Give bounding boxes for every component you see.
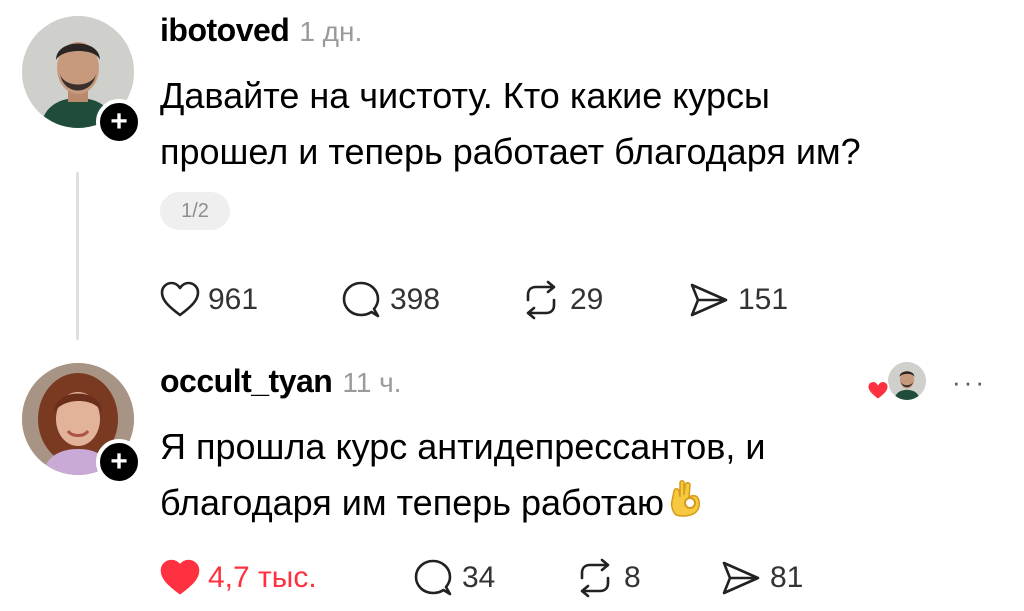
share-button[interactable]: 81 xyxy=(720,554,803,602)
follow-button[interactable]: + xyxy=(96,99,142,145)
media-counter: 1/2 xyxy=(160,192,230,230)
post-text: Я прошла курс антидепрессантов, и благод… xyxy=(160,419,960,533)
comment-button[interactable]: 34 xyxy=(412,554,495,602)
plus-icon: + xyxy=(110,105,128,138)
post-actions: 961 398 29 151 xyxy=(160,276,860,324)
comment-bubble-icon xyxy=(414,559,452,596)
comment-count: 398 xyxy=(390,283,441,316)
like-count: 4,7 тыс. xyxy=(208,561,317,594)
share-icon xyxy=(690,283,728,317)
post-text-line: Давайте на чистоту. Кто какие курсы xyxy=(160,75,770,116)
post-text-line: Я прошла курс антидепрессантов, и xyxy=(160,426,766,467)
heart-icon xyxy=(866,380,890,401)
liker-avatar xyxy=(888,362,926,400)
heart-icon xyxy=(160,281,200,317)
heart-icon xyxy=(160,559,200,595)
post-text-line-text: благодаря им теперь работаю xyxy=(160,482,664,523)
comment-bubble-icon xyxy=(342,281,380,318)
share-count: 81 xyxy=(770,561,804,594)
post-text-line: прошел и теперь работает благодаря им? xyxy=(160,131,861,172)
thread-post-2: + occult_tyan 11 ч. ··· Я прошла курс ан… xyxy=(0,355,1024,611)
like-button[interactable]: 961 xyxy=(160,276,258,324)
share-count: 151 xyxy=(738,283,789,316)
post-header: occult_tyan 11 ч. xyxy=(160,363,402,400)
thread-post-1: + ibotoved 1 дн. Давайте на чистоту. Кто… xyxy=(0,0,1024,350)
plus-icon: + xyxy=(110,445,128,478)
like-count: 961 xyxy=(208,283,259,316)
share-button[interactable]: 151 xyxy=(688,276,788,324)
post-text: Давайте на чистоту. Кто какие курсы прош… xyxy=(160,68,960,180)
post-timestamp: 11 ч. xyxy=(342,367,402,398)
username[interactable]: ibotoved xyxy=(160,12,290,49)
repost-count: 29 xyxy=(570,283,604,316)
repost-count: 8 xyxy=(624,561,641,594)
share-icon xyxy=(722,561,760,595)
author-liked-indicator xyxy=(866,358,926,408)
username[interactable]: occult_tyan xyxy=(160,363,333,400)
repost-icon xyxy=(580,558,610,598)
like-button[interactable]: 4,7 тыс. xyxy=(160,554,317,602)
follow-button[interactable]: + xyxy=(96,439,142,485)
more-options-button[interactable]: ··· xyxy=(952,367,987,398)
repost-button[interactable]: 29 xyxy=(520,276,603,324)
comment-count: 34 xyxy=(462,561,496,594)
repost-icon xyxy=(526,280,556,320)
post-actions: 4,7 тыс. 34 8 81 xyxy=(160,554,860,602)
thread-connector-line xyxy=(76,172,79,340)
post-timestamp: 1 дн. xyxy=(299,16,363,47)
comment-button[interactable]: 398 xyxy=(340,276,440,324)
post-header: ibotoved 1 дн. xyxy=(160,12,362,49)
post-text-line: благодаря им теперь работаю xyxy=(160,475,960,533)
repost-button[interactable]: 8 xyxy=(574,554,641,602)
ok-hand-emoji xyxy=(668,477,704,533)
